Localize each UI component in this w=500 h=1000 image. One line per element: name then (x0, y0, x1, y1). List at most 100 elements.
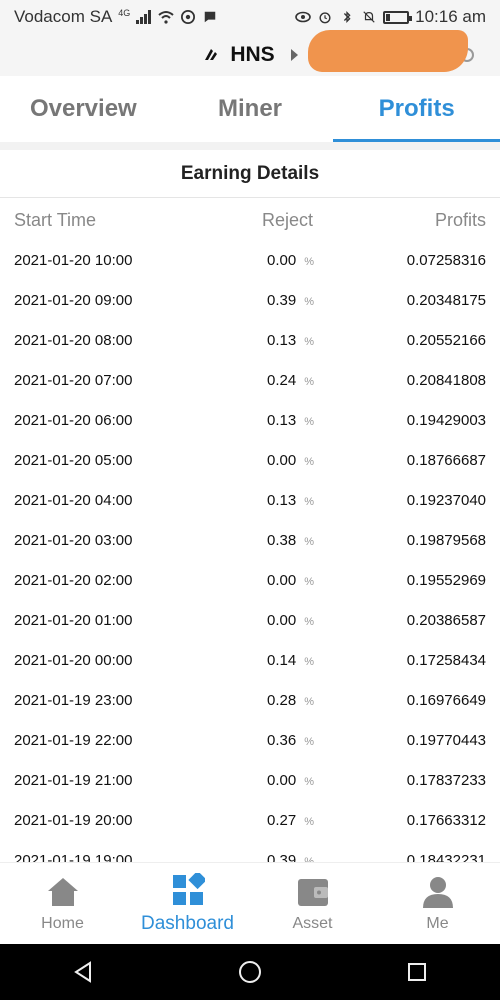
cell-reject: 0.28% (190, 692, 320, 709)
percent-unit: % (304, 375, 314, 388)
reject-value: 0.00 (267, 611, 297, 629)
cell-reject: 0.36% (190, 732, 320, 749)
percent-unit: % (304, 415, 314, 428)
earnings-table[interactable]: Start Time Reject Profits 2021-01-20 10:… (0, 200, 500, 863)
percent-unit: % (304, 535, 314, 548)
nav-home[interactable]: Home (0, 863, 125, 945)
cell-start-time: 2021-01-20 05:00 (14, 451, 133, 469)
cell-profit: 0.18766687 (406, 451, 486, 469)
table-row: 2021-01-20 03:00 0.38% 0.19879568 (0, 520, 500, 560)
cell-start-time: 2021-01-20 08:00 (14, 331, 133, 349)
nav-me[interactable]: Me (375, 863, 500, 945)
cell-reject: 0.24% (190, 372, 320, 389)
cell-start-time: 2021-01-20 04:00 (14, 491, 133, 509)
message-icon (205, 11, 216, 23)
cell-reject: 0.00% (190, 252, 320, 269)
percent-unit: % (304, 455, 314, 468)
cell-reject: 0.13% (190, 492, 320, 509)
cell-start-time: 2021-01-19 19:00 (14, 851, 133, 863)
table-row: 2021-01-19 21:00 0.00% 0.17837233 (0, 760, 500, 800)
section-title: Earning Details (0, 150, 500, 198)
signal-icon (136, 10, 152, 24)
reject-value: 0.14 (267, 651, 297, 669)
cell-profit: 0.19429003 (406, 411, 486, 429)
wallet-icon (297, 879, 328, 906)
table-row: 2021-01-20 06:00 0.13% 0.19429003 (0, 400, 500, 440)
cell-profit: 0.20552166 (406, 331, 486, 349)
battery-icon (383, 10, 413, 24)
alarm-icon (319, 12, 331, 24)
status-right: 10:16 am (295, 7, 486, 27)
nav-dashboard[interactable]: Dashboard (125, 863, 250, 945)
coin-selector[interactable]: HNS (202, 43, 298, 67)
nav-asset[interactable]: Asset (250, 863, 375, 945)
nav-dashboard-label: Dashboard (141, 913, 234, 934)
eye-icon (295, 11, 311, 23)
cell-start-time: 2021-01-20 02:00 (14, 571, 133, 589)
cell-reject: 0.13% (190, 332, 320, 349)
system-nav-bar (0, 944, 500, 1000)
cell-reject: 0.13% (190, 412, 320, 429)
home-icon (47, 878, 78, 906)
cell-profit: 0.20386587 (406, 611, 486, 629)
cell-profit: 0.16976649 (406, 691, 486, 709)
table-row: 2021-01-20 00:00 0.14% 0.17258434 (0, 640, 500, 680)
home-button[interactable] (230, 952, 270, 992)
percent-unit: % (304, 695, 314, 708)
redaction-overlay (308, 30, 468, 72)
cell-profit: 0.17837233 (406, 771, 486, 789)
mute-bell-icon (363, 11, 375, 23)
table-row: 2021-01-20 02:00 0.00% 0.19552969 (0, 560, 500, 600)
cell-start-time: 2021-01-20 09:00 (14, 291, 133, 309)
home-circle-icon (238, 961, 261, 983)
table-row: 2021-01-20 08:00 0.13% 0.20552166 (0, 320, 500, 360)
recents-button[interactable] (397, 952, 437, 992)
cell-reject: 0.00% (190, 452, 320, 469)
cell-start-time: 2021-01-19 21:00 (14, 771, 133, 789)
reject-value: 0.36 (267, 731, 297, 749)
table-row: 2021-01-20 07:00 0.24% 0.20841808 (0, 360, 500, 400)
reject-value: 0.28 (267, 691, 297, 709)
cell-reject: 0.39% (190, 852, 320, 863)
reject-value: 0.24 (267, 371, 297, 389)
reject-value: 0.13 (267, 491, 297, 509)
tab-profits[interactable]: Profits (333, 76, 500, 142)
nav-home-label: Home (41, 915, 84, 932)
person-icon (422, 877, 453, 908)
back-triangle-icon (74, 961, 92, 983)
cell-profit: 0.17258434 (406, 651, 486, 669)
table-row: 2021-01-20 10:00 0.00% 0.07258316 (0, 240, 500, 280)
cell-start-time: 2021-01-20 07:00 (14, 371, 133, 389)
cell-start-time: 2021-01-20 10:00 (14, 251, 133, 269)
tab-overview[interactable]: Overview (0, 76, 167, 142)
cell-profit: 0.17663312 (406, 811, 486, 829)
cell-reject: 0.39% (190, 292, 320, 309)
back-button[interactable] (63, 952, 103, 992)
percent-unit: % (304, 615, 314, 628)
bluetooth-icon (344, 11, 351, 23)
percent-unit: % (304, 655, 314, 668)
cell-profit: 0.19237040 (406, 491, 486, 509)
table-row: 2021-01-20 09:00 0.39% 0.20348175 (0, 280, 500, 320)
tab-miner[interactable]: Miner (167, 76, 334, 142)
percent-unit: % (304, 815, 314, 828)
network-type: 4G (118, 8, 131, 18)
cell-profit: 0.20348175 (406, 291, 486, 309)
reject-value: 0.39 (267, 291, 297, 309)
carrier-name: Vodacom SA (14, 7, 113, 26)
cell-profit: 0.19879568 (406, 531, 486, 549)
caret-right-icon (290, 49, 298, 61)
dashboard-icon (172, 873, 205, 905)
cell-start-time: 2021-01-20 03:00 (14, 531, 133, 549)
bottom-nav: Home Dashboard Asset Me (0, 862, 500, 945)
cell-start-time: 2021-01-20 01:00 (14, 611, 133, 629)
column-header-reject: Reject (261, 209, 313, 230)
reject-value: 0.00 (267, 251, 297, 269)
table-row: 2021-01-19 19:00 0.39% 0.18432231 (0, 840, 500, 863)
cell-profit: 0.19770443 (406, 731, 486, 749)
status-bar: Vodacom SA 4G 10:16 am (0, 0, 500, 34)
wifi-icon (158, 11, 174, 24)
cell-profit: 0.18432231 (406, 851, 486, 863)
percent-unit: % (304, 735, 314, 748)
cell-profit: 0.19552969 (406, 571, 486, 589)
